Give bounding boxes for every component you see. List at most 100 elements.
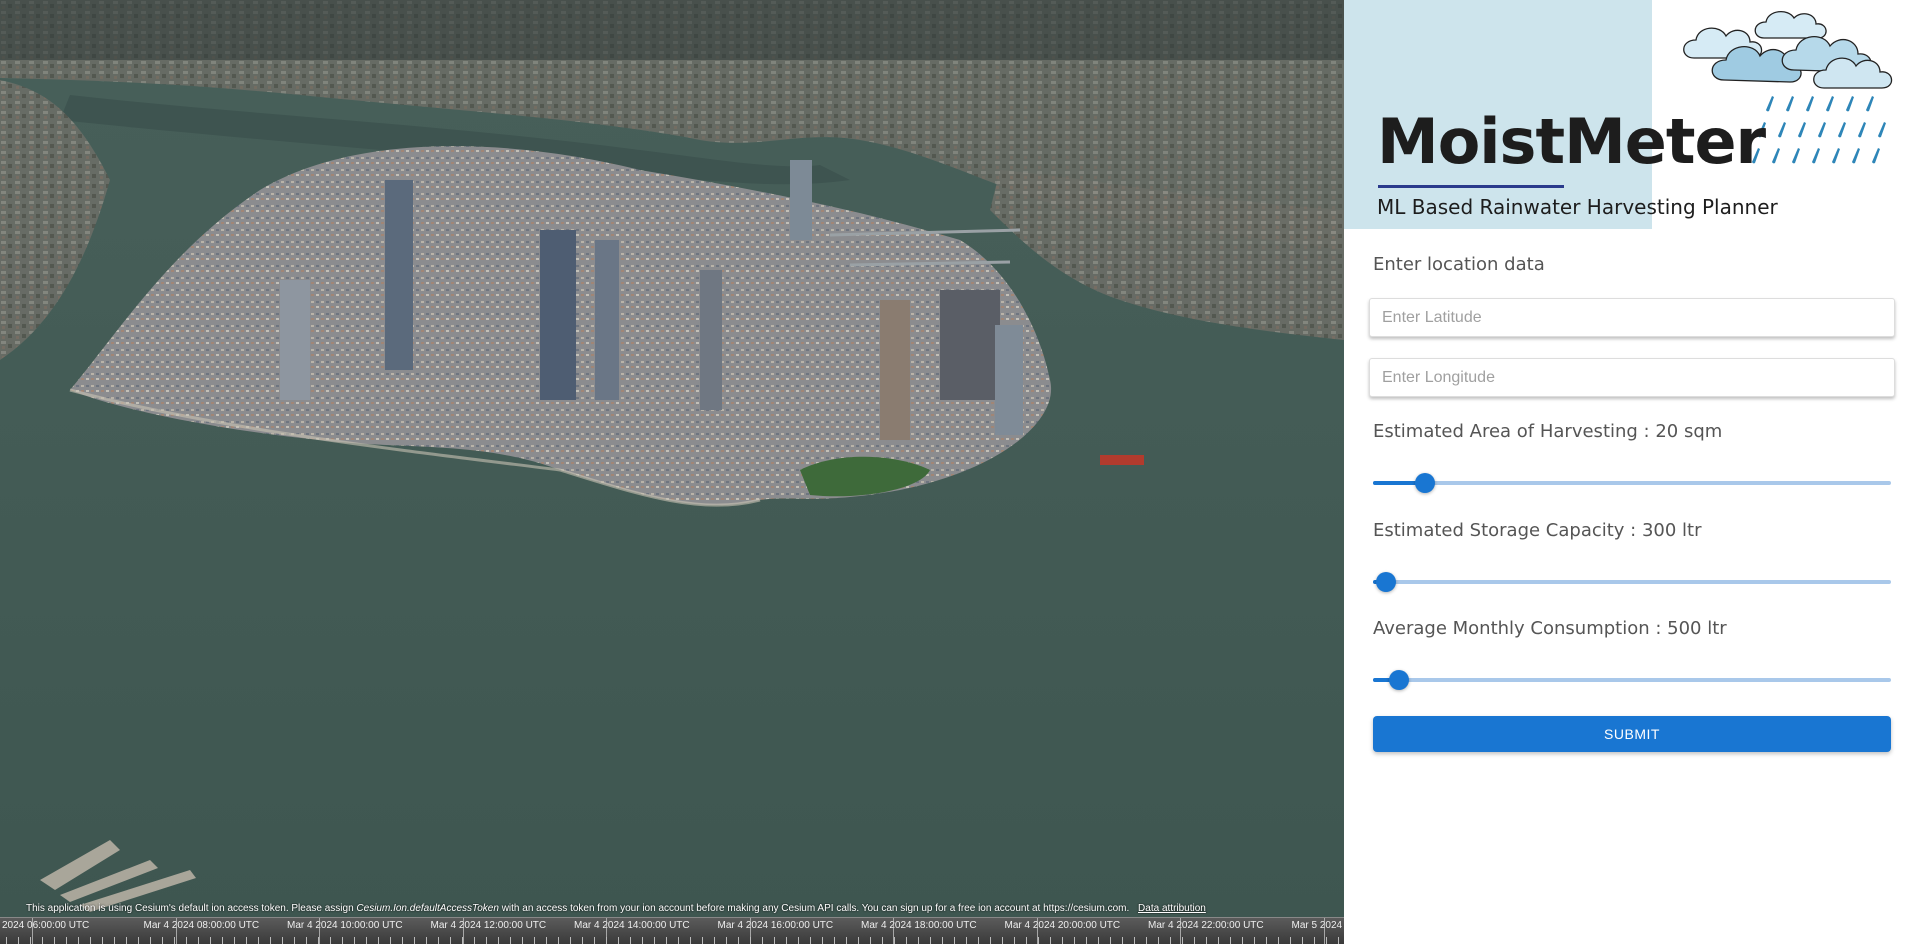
- timeline-major-tick: [175, 918, 177, 944]
- timeline-minor-tick: [1134, 937, 1135, 944]
- timeline-minor-tick: [522, 937, 523, 944]
- timeline-minor-tick: [498, 937, 499, 944]
- submit-button[interactable]: SUBMIT: [1373, 716, 1891, 752]
- longitude-input[interactable]: [1370, 359, 1894, 396]
- timeline-tick-label: 2024 06:00:00 UTC: [2, 920, 90, 931]
- timeline-minor-tick: [486, 937, 487, 944]
- slider-rail: [1373, 678, 1891, 682]
- consumption-slider[interactable]: [1373, 670, 1891, 690]
- timeline-minor-tick: [1194, 937, 1195, 944]
- timeline-minor-tick: [750, 937, 751, 944]
- timeline-minor-tick: [846, 937, 847, 944]
- brand-underline: [1378, 185, 1564, 188]
- latitude-field: [1369, 298, 1895, 337]
- timeline-minor-tick: [1242, 937, 1243, 944]
- timeline-minor-tick: [714, 937, 715, 944]
- planner-panel: MoistMeter ML Based Rainwater Harvesting…: [1344, 0, 1920, 944]
- longitude-field: [1369, 358, 1895, 397]
- slider-thumb[interactable]: [1376, 572, 1397, 592]
- timeline-minor-tick: [894, 937, 895, 944]
- timeline-minor-tick: [162, 937, 163, 944]
- timeline-minor-tick: [990, 937, 991, 944]
- timeline-minor-tick: [54, 937, 55, 944]
- timeline-minor-tick: [954, 937, 955, 944]
- timeline-minor-tick: [42, 937, 43, 944]
- cesium-link[interactable]: https://cesium.com.: [1043, 903, 1129, 914]
- location-heading: Enter location data: [1373, 254, 1545, 275]
- timeline-bar[interactable]: 2024 06:00:00 UTC Mar 4 2024 08:00:00 UTC…: [0, 917, 1344, 944]
- timeline-minor-tick: [594, 937, 595, 944]
- timeline-minor-tick: [18, 937, 19, 944]
- timeline-minor-tick: [810, 937, 811, 944]
- timeline-minor-tick: [270, 937, 271, 944]
- timeline-minor-tick: [342, 937, 343, 944]
- timeline-minor-tick: [726, 937, 727, 944]
- timeline-minor-tick: [1110, 937, 1111, 944]
- timeline-minor-tick: [1038, 937, 1039, 944]
- credit-suffix: with an access token from your ion accou…: [501, 903, 1041, 914]
- timeline-minor-tick: [1326, 937, 1327, 944]
- timeline-minor-tick: [198, 937, 199, 944]
- timeline-minor-tick: [558, 937, 559, 944]
- storage-label: Estimated Storage Capacity : 300 ltr: [1373, 520, 1702, 541]
- timeline-minor-tick: [870, 937, 871, 944]
- cesium-credit-notice: This application is using Cesium's defau…: [26, 903, 1326, 914]
- timeline-minor-tick: [378, 937, 379, 944]
- brand-title: MoistMeter: [1377, 105, 1766, 178]
- timeline-minor-tick: [570, 937, 571, 944]
- timeline-minor-tick: [1206, 937, 1207, 944]
- timeline-minor-tick: [1182, 937, 1183, 944]
- timeline-minor-tick: [798, 937, 799, 944]
- timeline-tick-label: Mar 4 2024 18:00:00 UTC: [861, 920, 977, 931]
- credit-prefix: This application is using Cesium's defau…: [26, 903, 354, 914]
- timeline-minor-tick: [1218, 937, 1219, 944]
- timeline-minor-tick: [618, 937, 619, 944]
- timeline-minor-tick: [90, 937, 91, 944]
- timeline-minor-tick: [126, 937, 127, 944]
- timeline-minor-tick: [534, 937, 535, 944]
- slider-rail: [1373, 481, 1891, 485]
- timeline-minor-tick: [426, 937, 427, 944]
- timeline-minor-tick: [942, 937, 943, 944]
- timeline-minor-tick: [1002, 937, 1003, 944]
- timeline-minor-tick: [258, 937, 259, 944]
- timeline-minor-tick: [222, 937, 223, 944]
- timeline-minor-tick: [1338, 937, 1339, 944]
- timeline-minor-tick: [1146, 937, 1147, 944]
- timeline-minor-tick: [1122, 937, 1123, 944]
- timeline-minor-tick: [1170, 937, 1171, 944]
- timeline-minor-tick: [510, 937, 511, 944]
- timeline-minor-tick: [294, 937, 295, 944]
- timeline-minor-tick: [1026, 937, 1027, 944]
- timeline-minor-tick: [402, 937, 403, 944]
- area-slider[interactable]: [1373, 473, 1891, 493]
- timeline-minor-tick: [330, 937, 331, 944]
- timeline-tick-label: Mar 4 2024 10:00:00 UTC: [287, 920, 403, 931]
- timeline-tick-label: Mar 4 2024 20:00:00 UTC: [1004, 920, 1121, 931]
- slider-thumb[interactable]: [1414, 473, 1435, 493]
- credit-code: Cesium.Ion.defaultAccessToken: [356, 903, 499, 914]
- timeline-minor-tick: [366, 937, 367, 944]
- timeline-minor-tick: [30, 937, 31, 944]
- cesium-map-viewer[interactable]: This application is using Cesium's defau…: [0, 0, 1344, 944]
- timeline-major-tick: [1323, 918, 1325, 944]
- timeline-tick-label: Mar 4 2024 22:00:00 UTC: [1148, 920, 1264, 931]
- slider-rail: [1373, 580, 1891, 584]
- timeline-minor-tick: [642, 937, 643, 944]
- timeline-minor-tick: [546, 937, 547, 944]
- timeline-minor-tick: [1074, 937, 1075, 944]
- timeline-minor-tick: [438, 937, 439, 944]
- timeline-minor-tick: [774, 937, 775, 944]
- timeline-minor-tick: [786, 937, 787, 944]
- timeline-minor-tick: [150, 937, 151, 944]
- storage-slider[interactable]: [1373, 572, 1891, 592]
- timeline-minor-tick: [174, 937, 175, 944]
- timeline-minor-tick: [1050, 937, 1051, 944]
- timeline-minor-tick: [1290, 937, 1291, 944]
- slider-thumb[interactable]: [1388, 670, 1409, 690]
- latitude-input[interactable]: [1370, 299, 1894, 336]
- timeline-minor-tick: [306, 937, 307, 944]
- timeline-minor-tick: [1266, 937, 1267, 944]
- data-attribution-link[interactable]: Data attribution: [1138, 903, 1206, 914]
- timeline-minor-tick: [978, 937, 979, 944]
